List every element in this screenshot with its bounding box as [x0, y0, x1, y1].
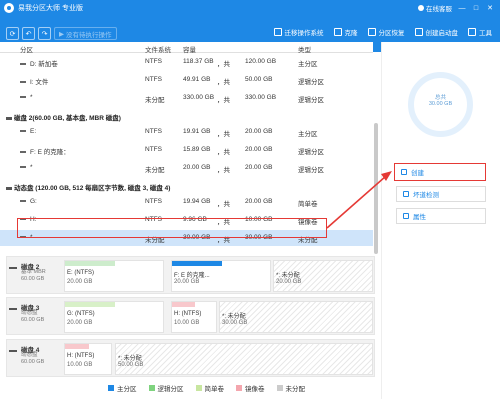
- annotation-arrow: [326, 171, 392, 229]
